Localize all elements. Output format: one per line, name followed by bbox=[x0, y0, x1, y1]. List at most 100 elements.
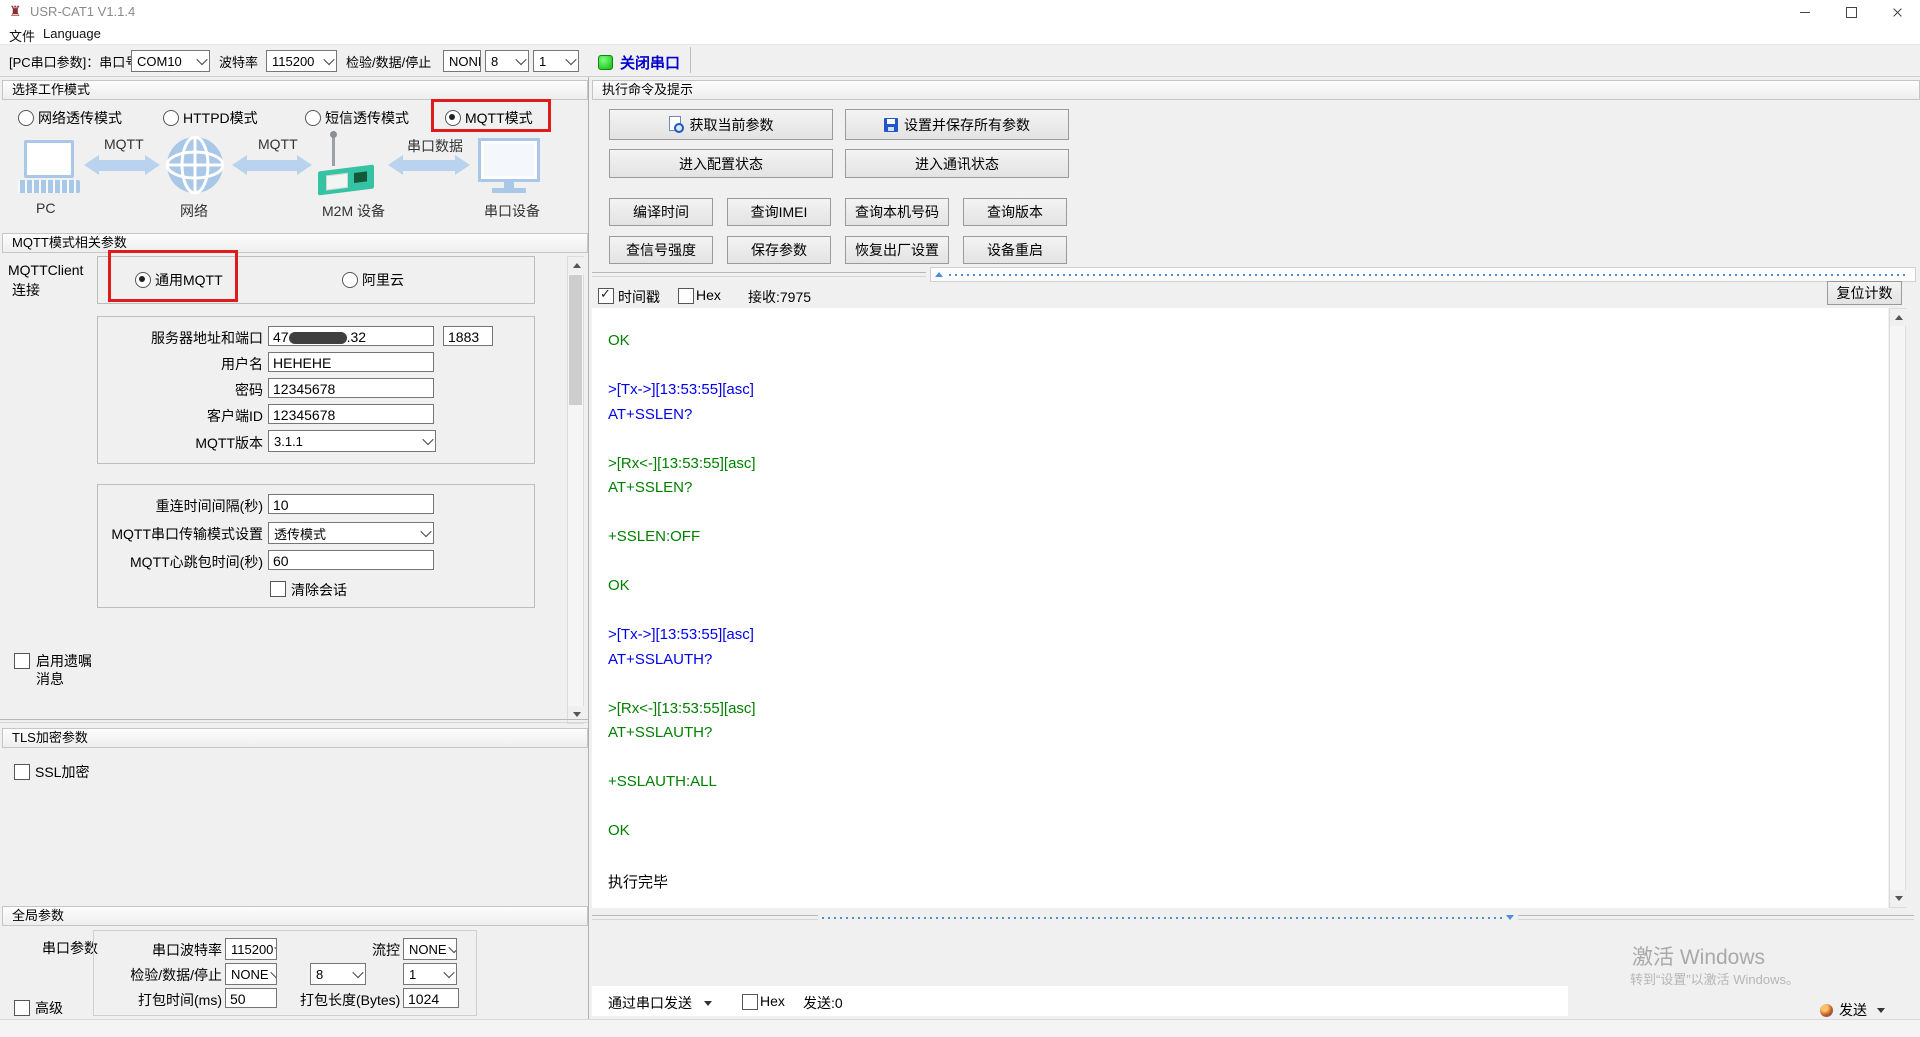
g-baud-label: 串口波特率 bbox=[122, 940, 222, 960]
clean-session-label: 清除会话 bbox=[291, 580, 347, 600]
query-number-button[interactable]: 查询本机号码 bbox=[845, 198, 949, 226]
set-save-params-button[interactable]: 设置并保存所有参数 bbox=[845, 109, 1069, 140]
password-input[interactable]: 12345678 bbox=[268, 378, 434, 398]
scroll-up-button[interactable] bbox=[568, 257, 585, 274]
timestamp-label: 时间戳 bbox=[618, 287, 660, 307]
redaction-mask bbox=[289, 332, 347, 344]
set-save-params-label: 设置并保存所有参数 bbox=[904, 115, 1030, 135]
aliyun-radio[interactable] bbox=[342, 272, 358, 288]
enter-config-button[interactable]: 进入配置状态 bbox=[609, 149, 833, 178]
clean-session-checkbox[interactable] bbox=[270, 581, 286, 597]
parity-select[interactable]: NONI bbox=[443, 50, 481, 72]
query-imei-button[interactable]: 查询IMEI bbox=[727, 198, 831, 226]
log-line: OK bbox=[608, 822, 1888, 847]
work-mode-radio-httpd[interactable] bbox=[163, 110, 179, 126]
heartbeat-label: MQTT心跳包时间(秒) bbox=[63, 552, 263, 572]
clientid-input[interactable]: 12345678 bbox=[268, 404, 434, 424]
dropdown-arrow-icon bbox=[704, 1001, 712, 1006]
password-label: 密码 bbox=[83, 380, 263, 400]
scroll-down-button[interactable] bbox=[568, 706, 585, 723]
send-hex-checkbox[interactable] bbox=[742, 994, 758, 1010]
reset-count-button[interactable]: 复位计数 bbox=[1827, 281, 1902, 305]
minimize-button[interactable] bbox=[1782, 0, 1828, 24]
work-mode-radio-net[interactable] bbox=[18, 110, 34, 126]
baud-select[interactable]: 115200 bbox=[266, 50, 337, 72]
splitter-dots bbox=[949, 274, 1909, 276]
diagram-link2-label: MQTT bbox=[258, 136, 298, 152]
scroll-down-button[interactable] bbox=[1890, 890, 1907, 907]
stopbits-select[interactable]: 1 bbox=[533, 50, 579, 72]
serial-group-label: 串口参数 bbox=[42, 938, 98, 958]
g-stopbits-select[interactable]: 1 bbox=[403, 963, 457, 985]
arrow-down-icon bbox=[1895, 896, 1903, 901]
scrollbar-thumb[interactable] bbox=[569, 275, 582, 405]
chevron-down-icon bbox=[515, 54, 526, 65]
g-databits-select[interactable]: 8 bbox=[310, 963, 366, 985]
close-serial-button[interactable]: 关闭串口 bbox=[598, 52, 680, 73]
close-button[interactable] bbox=[1874, 0, 1920, 24]
send-hex-label: Hex bbox=[760, 993, 785, 1009]
log-line: AT+SSLAUTH? bbox=[608, 724, 1888, 749]
diagram-serial-device-label: 串口设备 bbox=[484, 201, 540, 221]
reconnect-input[interactable]: 10 bbox=[268, 494, 434, 514]
send-input-area[interactable] bbox=[592, 986, 1568, 1016]
compile-time-button[interactable]: 编译时间 bbox=[609, 198, 713, 226]
log-line-text: OK bbox=[608, 822, 630, 839]
enter-comm-button[interactable]: 进入通讯状态 bbox=[845, 149, 1069, 178]
server-port-input[interactable]: 1883 bbox=[443, 326, 493, 346]
log-hex-checkbox[interactable] bbox=[678, 288, 694, 304]
query-version-button[interactable]: 查询版本 bbox=[963, 198, 1067, 226]
g-parity-select[interactable]: NONE bbox=[225, 963, 277, 985]
transmode-select[interactable]: 透传模式 bbox=[268, 522, 434, 544]
left-panel-scrollbar[interactable] bbox=[567, 256, 584, 724]
advanced-checkbox[interactable] bbox=[14, 1000, 30, 1016]
mqtt-version-select[interactable]: 3.1.1 bbox=[268, 430, 436, 452]
send-via-dropdown[interactable]: 通过串口发送 bbox=[608, 993, 712, 1013]
g-baud-select[interactable]: 115200 bbox=[225, 938, 277, 960]
globe-icon bbox=[166, 136, 224, 194]
query-signal-button[interactable]: 查信号强度 bbox=[609, 236, 713, 264]
packtime-input[interactable]: 50 bbox=[225, 988, 277, 1008]
log-line: 执行完毕 bbox=[608, 871, 1888, 896]
mqtt-mode-highlight-box bbox=[431, 99, 551, 132]
chevron-down-icon bbox=[422, 434, 433, 445]
ssl-checkbox[interactable] bbox=[14, 764, 30, 780]
log-line bbox=[608, 602, 1888, 627]
device-restart-button[interactable]: 设备重启 bbox=[963, 236, 1067, 264]
log-line-text: >[Tx->][13:53:55][asc] bbox=[608, 626, 754, 643]
commands-header: 执行命令及提示 bbox=[592, 80, 1920, 100]
sent-count: 发送:0 bbox=[803, 993, 843, 1013]
will-message-checkbox[interactable] bbox=[14, 653, 30, 669]
menu-file[interactable]: 文件 bbox=[9, 26, 35, 45]
log-line-text: >[Tx->][13:53:55][asc] bbox=[608, 381, 754, 398]
radio-icon bbox=[305, 110, 321, 126]
factory-reset-button[interactable]: 恢复出厂设置 bbox=[845, 236, 949, 264]
mqtt-version-value: 3.1.1 bbox=[274, 434, 303, 449]
collapse-up-icon bbox=[935, 272, 943, 277]
maximize-button[interactable] bbox=[1828, 0, 1874, 24]
work-mode-radio-sms[interactable] bbox=[305, 110, 321, 126]
g-flow-select[interactable]: NONE bbox=[403, 938, 457, 960]
databits-select[interactable]: 8 bbox=[485, 50, 529, 72]
get-params-button[interactable]: 获取当前参数 bbox=[609, 109, 833, 140]
menu-language[interactable]: Language bbox=[43, 26, 101, 41]
will-message-label-2: 消息 bbox=[36, 669, 64, 689]
scroll-up-button[interactable] bbox=[1890, 309, 1907, 326]
log-hex-label: Hex bbox=[696, 287, 721, 303]
log-output[interactable]: OK >[Tx->][13:53:55][asc] AT+SSLEN? >[Rx… bbox=[592, 308, 1888, 908]
server-input[interactable]: 47.32 bbox=[268, 326, 434, 346]
g-flow-value: NONE bbox=[409, 942, 447, 957]
send-button[interactable]: 发送 bbox=[1820, 1000, 1885, 1020]
heartbeat-input[interactable]: 60 bbox=[268, 550, 434, 570]
log-line: >[Tx->][13:53:55][asc] bbox=[608, 381, 1888, 406]
splitter-handle[interactable] bbox=[930, 267, 1916, 282]
username-input[interactable]: HEHEHE bbox=[268, 352, 434, 372]
log-scrollbar[interactable] bbox=[1889, 308, 1906, 908]
diagram-pc-label: PC bbox=[36, 200, 55, 216]
save-params-button[interactable]: 保存参数 bbox=[727, 236, 831, 264]
com-port-select[interactable]: COM10 bbox=[131, 50, 210, 72]
packlen-input[interactable]: 1024 bbox=[403, 988, 459, 1008]
log-line-text: AT+SSLEN? bbox=[608, 406, 692, 423]
collapse-down-icon[interactable] bbox=[1506, 915, 1514, 920]
timestamp-checkbox[interactable] bbox=[598, 288, 614, 304]
